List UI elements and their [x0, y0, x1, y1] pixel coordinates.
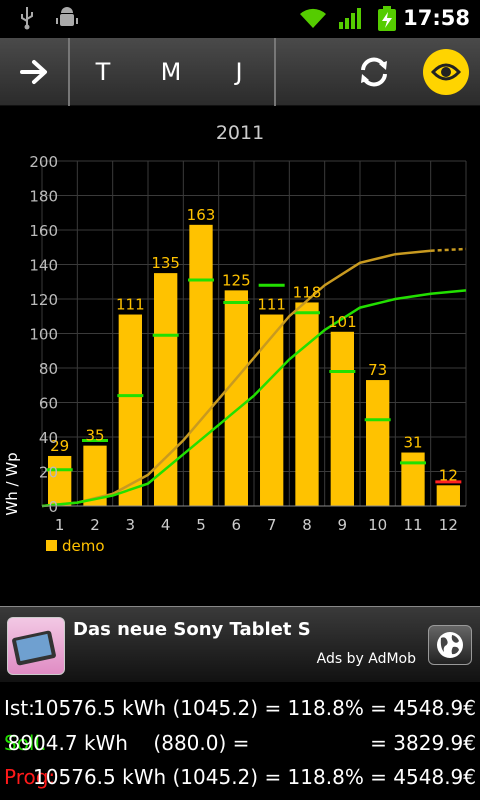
summary-value-ist: 10576.5 kWh (1045.2) = 118.8% = 4548.9€ [33, 696, 476, 720]
status-bar: 17:58 [0, 0, 480, 38]
summary-value-prog: 10576.5 kWh (1045.2) = 118.8% = 4548.9€ [33, 765, 476, 789]
tab-tag[interactable]: T [82, 38, 124, 106]
android-debug-icon [56, 7, 78, 26]
bar-value-label: 12 [439, 466, 458, 484]
ad-title[interactable]: Das neue Sony Tablet S [73, 619, 311, 640]
bar-value-label: 163 [187, 206, 216, 224]
summary-panel: Ist: 10576.5 kWh (1045.2) = 118.8% = 454… [0, 682, 480, 800]
ad-attribution: Ads by AdMob [316, 651, 416, 667]
y-tick-label: 100 [29, 326, 58, 344]
eye-button[interactable] [418, 38, 474, 106]
battery-charging-icon [378, 6, 396, 31]
bar-value-label: 73 [368, 361, 387, 379]
bar-11 [401, 452, 425, 506]
tab-tag-label: T [95, 58, 111, 86]
bar-value-label: 111 [257, 296, 286, 314]
refresh-button[interactable] [346, 38, 402, 106]
tablet-image-icon [12, 630, 56, 666]
x-tick-label: 2 [90, 516, 100, 534]
status-time: 17:58 [403, 6, 470, 30]
bar-7 [260, 314, 284, 506]
x-tick-label: 6 [232, 516, 242, 534]
bar-value-label: 118 [293, 283, 322, 301]
chart-title: 2011 [216, 122, 264, 144]
bar-value-label: 35 [85, 427, 104, 445]
y-tick-label: 40 [39, 429, 58, 447]
bar-9 [330, 331, 354, 506]
summary-label-ist: Ist: [4, 696, 35, 720]
x-tick-label: 12 [439, 516, 458, 534]
x-tick-label: 8 [302, 516, 312, 534]
x-tick-label: 11 [403, 516, 422, 534]
bar-value-label: 101 [328, 313, 357, 331]
tab-jahr[interactable]: J [218, 38, 260, 106]
globe-icon [437, 632, 463, 658]
cumulative-actual-line-forecast [430, 247, 467, 252]
x-tick-label: 1 [55, 516, 65, 534]
y-axis-label: Wh / Wp [3, 452, 21, 515]
x-tick-label: 10 [368, 516, 387, 534]
y-tick-label: 160 [29, 222, 58, 240]
eye-icon [423, 49, 469, 95]
y-tick-label: 0 [48, 498, 58, 516]
toolbar-divider [68, 38, 70, 106]
ad-globe-button[interactable] [428, 625, 472, 665]
chart-canvas: 2011 2935111135163125111118101733112 020… [3, 122, 467, 555]
yield-chart: 2011 29 35 111 135 163 125 111 118 101 73 31 12 0 20… [0, 106, 480, 606]
bar-8 [295, 302, 319, 506]
x-tick-label: 4 [161, 516, 171, 534]
bar-6 [224, 290, 248, 506]
y-tick-label: 80 [39, 360, 58, 378]
toolbar-divider [274, 38, 276, 106]
bar-12 [436, 485, 460, 506]
usb-icon [21, 7, 33, 30]
x-tick-label: 9 [338, 516, 348, 534]
tab-jahr-label: J [235, 58, 243, 86]
bar-value-label: 111 [116, 296, 145, 314]
wifi-icon [300, 8, 326, 28]
bar-10 [366, 380, 390, 506]
summary-value-soll: 8904.7 kWh (880.0) = = 3829.9€ [7, 731, 476, 755]
summary-row-ist: Ist: 10576.5 kWh (1045.2) = 118.8% = 454… [0, 692, 480, 726]
x-tick-label: 5 [196, 516, 206, 534]
y-tick-label: 60 [39, 395, 58, 413]
y-tick-label: 180 [29, 188, 58, 206]
bar-3 [118, 314, 142, 506]
bar-4 [154, 273, 178, 506]
bar-value-label: 31 [403, 434, 422, 452]
y-tick-label: 200 [29, 153, 58, 171]
refresh-icon [361, 57, 387, 87]
ad-banner[interactable]: Das neue Sony Tablet S Ads by AdMob [0, 606, 480, 683]
forward-button[interactable] [0, 38, 68, 106]
signal-icon [339, 8, 361, 29]
legend-swatch-demo [46, 540, 57, 551]
legend-label-demo: demo [62, 537, 105, 555]
tab-monat[interactable]: M [148, 38, 194, 106]
summary-row-prog: Prog: 10576.5 kWh (1045.2) = 118.8% = 45… [0, 761, 480, 795]
x-tick-label: 3 [126, 516, 136, 534]
bar-value-label: 125 [222, 271, 251, 289]
y-tick-label: 120 [29, 291, 58, 309]
summary-row-soll: Soll: 8904.7 kWh (880.0) = = 3829.9€ [0, 727, 480, 761]
x-tick-label: 7 [267, 516, 277, 534]
toolbar: T M J [0, 38, 480, 106]
bar-5 [189, 224, 213, 506]
arrow-right-icon [20, 60, 47, 84]
bar-value-label: 135 [151, 254, 180, 272]
y-tick-label: 20 [39, 464, 58, 482]
tab-monat-label: M [160, 58, 182, 86]
ad-thumbnail[interactable] [7, 617, 65, 675]
y-tick-label: 140 [29, 257, 58, 275]
